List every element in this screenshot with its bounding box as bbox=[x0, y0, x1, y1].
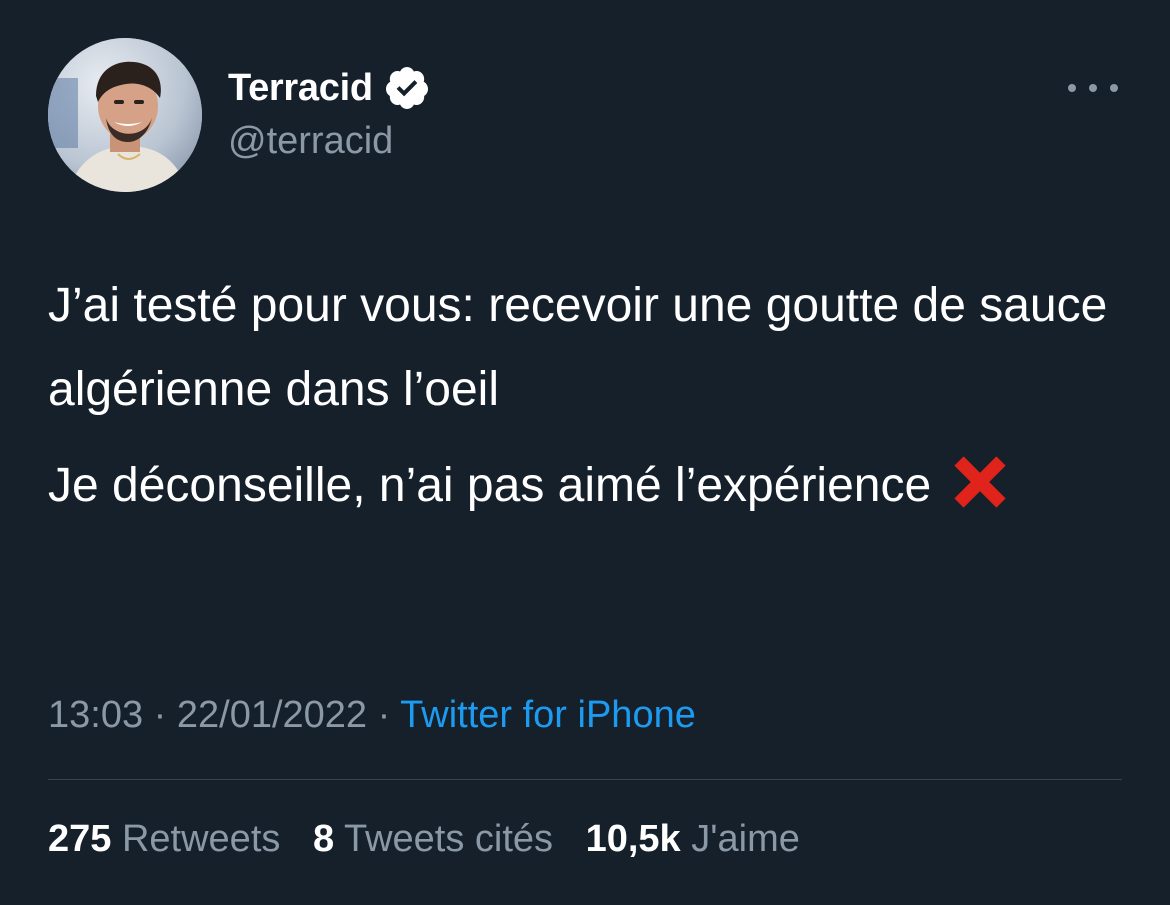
quote-tweets-stat[interactable]: 8 Tweets cités bbox=[313, 818, 553, 860]
tweet-source-link[interactable]: Twitter for iPhone bbox=[400, 694, 696, 736]
display-name[interactable]: Terracid bbox=[228, 67, 373, 110]
likes-count: 10,5k bbox=[585, 818, 681, 860]
meta-separator: · bbox=[377, 694, 391, 736]
more-dot bbox=[1068, 84, 1076, 92]
more-dot bbox=[1110, 84, 1118, 92]
cross-mark-icon bbox=[954, 456, 1006, 508]
tweet-paragraph-text: Je déconseille, n’ai pas aimé l’expérien… bbox=[48, 459, 932, 512]
profile-photo bbox=[48, 38, 202, 192]
tweet-time[interactable]: 13:03 bbox=[48, 694, 143, 736]
quote-tweets-count: 8 bbox=[312, 818, 335, 860]
tweet-meta: 13:03 · 22/01/2022 · Twitter for iPhone bbox=[48, 694, 696, 737]
likes-stat[interactable]: 10,5k J'aime bbox=[586, 818, 800, 860]
tweet-text: J’ai testé pour vous: recevoir une goutt… bbox=[48, 264, 1128, 528]
tweet-paragraph: J’ai testé pour vous: recevoir une goutt… bbox=[48, 279, 1108, 416]
likes-label: J'aime bbox=[691, 818, 800, 860]
user-handle[interactable]: @terracid bbox=[228, 120, 393, 163]
verified-badge-icon bbox=[385, 67, 428, 109]
retweets-stat[interactable]: 275 Retweets bbox=[48, 818, 280, 860]
meta-separator: · bbox=[153, 694, 167, 736]
more-options-button[interactable] bbox=[1068, 70, 1118, 106]
engagement-stats: 275 Retweets 8 Tweets cités 10,5k J'aime bbox=[48, 818, 822, 861]
retweets-label: Retweets bbox=[121, 818, 281, 860]
retweets-count: 275 bbox=[48, 818, 112, 860]
quote-tweets-label: Tweets cités bbox=[343, 818, 554, 860]
divider bbox=[48, 779, 1122, 780]
tweet-paragraph: Je déconseille, n’ai pas aimé l’expérien… bbox=[48, 444, 1128, 528]
user-name-row[interactable]: Terracid bbox=[228, 64, 431, 112]
tweet-date[interactable]: 22/01/2022 bbox=[177, 694, 367, 736]
avatar[interactable] bbox=[48, 38, 202, 192]
more-dot bbox=[1089, 84, 1097, 92]
